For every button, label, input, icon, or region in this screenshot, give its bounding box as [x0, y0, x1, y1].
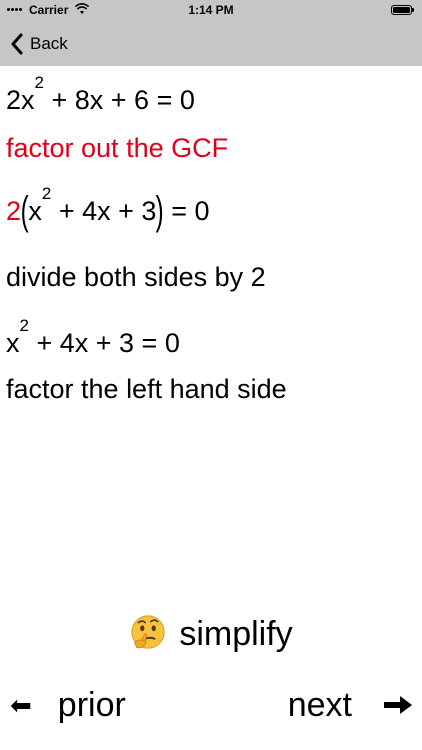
math-exponent: 2	[34, 73, 44, 92]
left-arrow-icon: ⬅	[10, 690, 32, 720]
next-button[interactable]: next	[288, 680, 414, 730]
math-exponent: 2	[41, 184, 52, 203]
right-arrow-icon	[384, 696, 412, 714]
math-term: + 4x + 3 = 0	[28, 328, 180, 358]
math-term: 2x	[6, 85, 35, 115]
prior-button[interactable]: ⬅ prior	[10, 680, 126, 730]
equation-factored-gcf: 2(x2 + 4x + 3) = 0	[6, 185, 416, 233]
thinking-face-icon	[131, 615, 165, 649]
open-paren: (	[20, 189, 29, 233]
chevron-left-icon	[11, 33, 23, 55]
math-term: = 0	[163, 196, 210, 226]
back-label: Back	[30, 34, 68, 53]
math-term: + 8x + 6 = 0	[44, 85, 195, 115]
equation-original: 2x2 + 8x + 6 = 0	[6, 74, 416, 120]
equation-simplified: x2 + 4x + 3 = 0	[6, 317, 416, 363]
step-instruction-factor: factor the left hand side	[6, 374, 287, 404]
solution-steps: 2x2 + 8x + 6 = 0 factor out the GCF 2(x2…	[6, 74, 416, 409]
status-time: 1:14 PM	[188, 3, 234, 17]
math-term: x	[6, 328, 20, 358]
status-bar: Carrier 1:14 PM	[0, 0, 422, 22]
math-exponent: 2	[19, 316, 29, 335]
gcf-factor: 2	[6, 196, 22, 226]
next-label: next	[287, 686, 352, 724]
simplify-label: simplify	[179, 615, 293, 653]
prior-label: prior	[57, 686, 126, 724]
back-button[interactable]: Back	[10, 30, 68, 58]
step-instruction-gcf: factor out the GCF	[6, 133, 229, 163]
simplify-button[interactable]: simplify	[0, 609, 422, 659]
battery-icon	[391, 5, 414, 15]
math-term: x	[28, 196, 42, 226]
close-paren: )	[156, 189, 165, 233]
step-instruction-divide: divide both sides by 2	[6, 262, 266, 292]
navigation-bar: Carrier 1:14 PM Back	[0, 0, 422, 66]
math-term: + 4x + 3	[51, 196, 157, 226]
